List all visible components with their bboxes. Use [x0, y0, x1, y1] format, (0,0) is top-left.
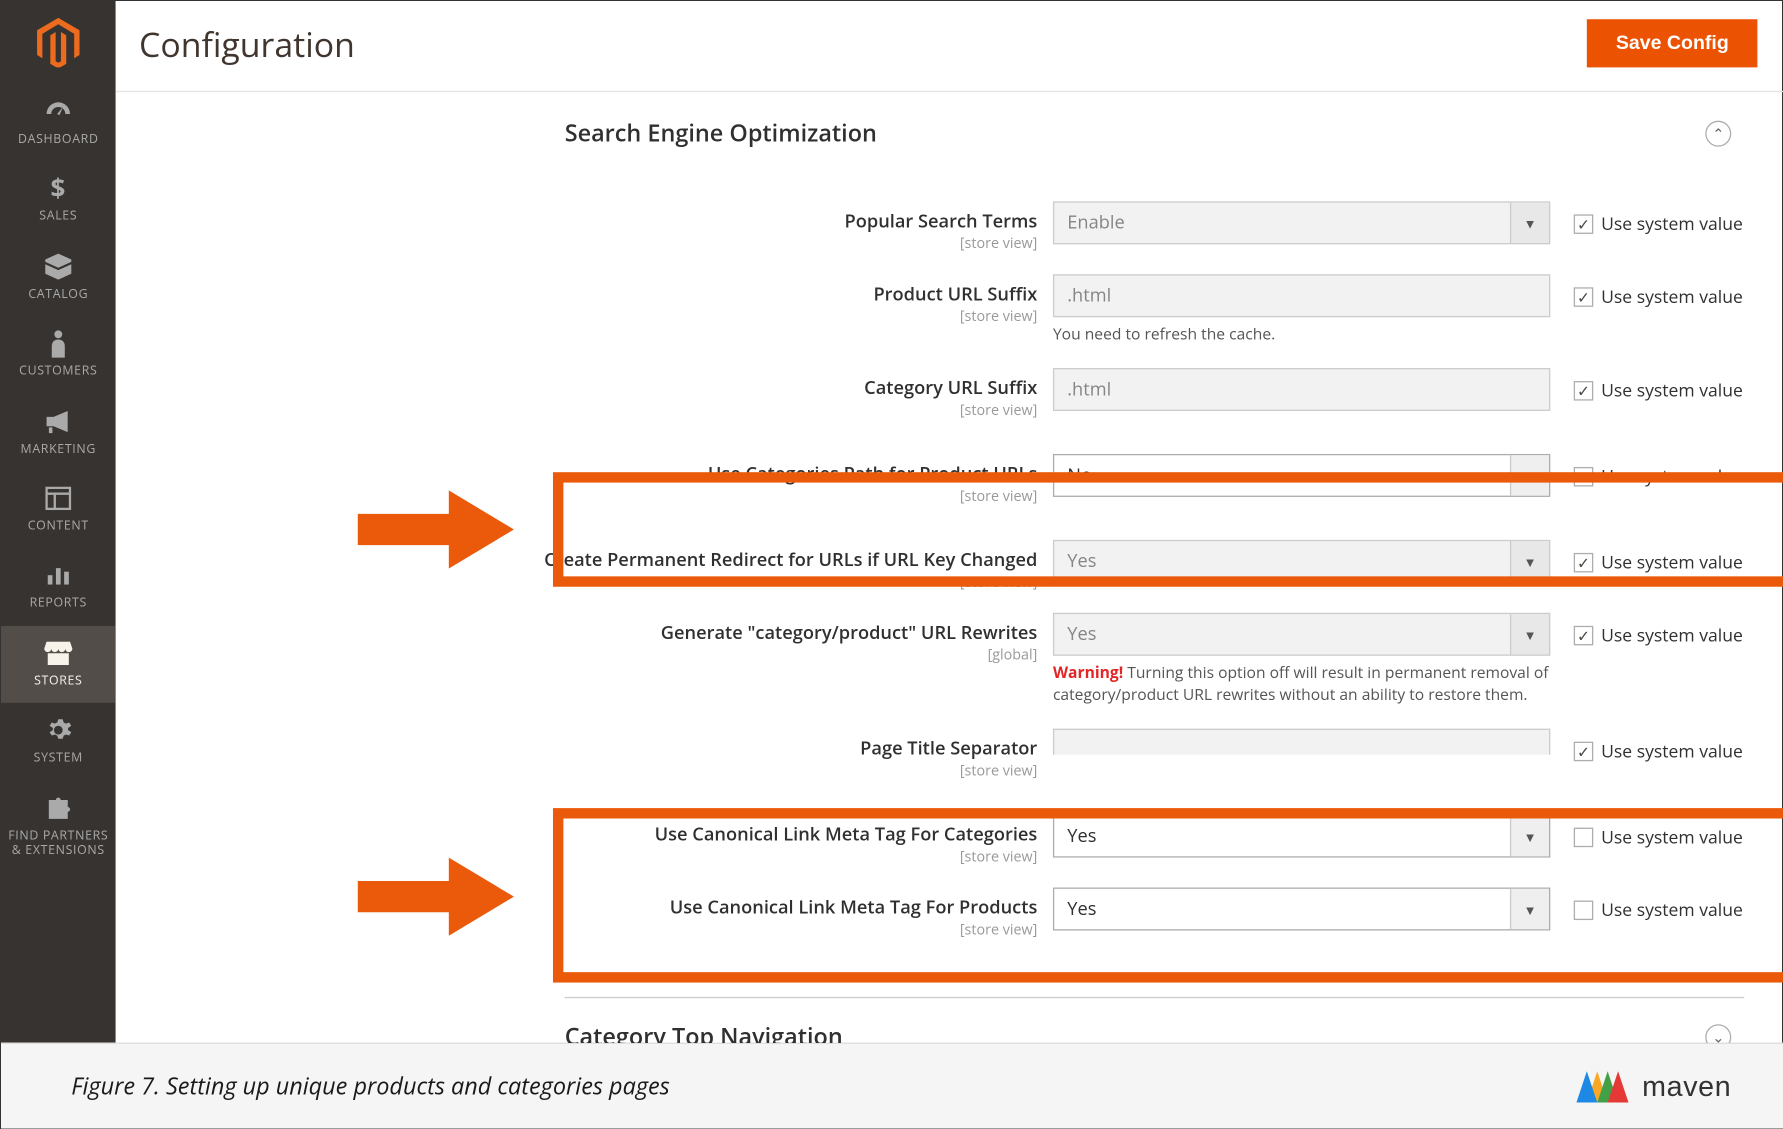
- nav-reports[interactable]: REPORTS: [1, 548, 116, 625]
- nav-partners[interactable]: FIND PARTNERS & EXTENSIONS: [1, 780, 116, 872]
- page-header: Configuration Save Config: [116, 1, 1783, 92]
- collapse-down-icon[interactable]: ⌄: [1705, 1024, 1731, 1042]
- main-content: Configuration Save Config Search Engine …: [116, 1, 1783, 1043]
- chevron-down-icon[interactable]: ▼: [1510, 816, 1549, 856]
- chart-icon: [40, 561, 76, 590]
- checkbox-sys-canoncat[interactable]: [1574, 827, 1594, 847]
- magento-logo[interactable]: [32, 17, 84, 69]
- gear-icon: [40, 716, 76, 745]
- maven-mark-icon: [1577, 1060, 1634, 1112]
- section-catnav-header[interactable]: Category Top Navigation ⌄: [565, 998, 1771, 1042]
- dollar-icon: $: [40, 175, 76, 204]
- maven-logo: maven: [1577, 1060, 1731, 1112]
- nav-content[interactable]: CONTENT: [1, 471, 116, 548]
- field-page-title-separator: Page Title Separator[store view] ✓Use sy…: [116, 724, 1745, 786]
- checkbox-sys-redirect[interactable]: ✓: [1574, 552, 1594, 572]
- nav-customers[interactable]: CUSTOMERS: [1, 316, 116, 393]
- nav-system[interactable]: SYSTEM: [1, 703, 116, 780]
- megaphone-icon: [40, 407, 76, 436]
- nav-sales[interactable]: $SALES: [1, 162, 116, 239]
- puzzle-icon: [40, 793, 76, 822]
- field-generate-rewrites: Generate "category/product" URL Rewrites…: [116, 608, 1745, 713]
- save-config-button[interactable]: Save Config: [1587, 19, 1757, 67]
- chevron-down-icon[interactable]: ▼: [1510, 889, 1549, 929]
- dashboard-icon: [40, 97, 76, 126]
- checkbox-sys-catsuffix[interactable]: ✓: [1574, 381, 1594, 401]
- field-product-url-suffix: Product URL Suffix[store view] .htmlYou …: [116, 269, 1745, 352]
- arrow-icon: [358, 491, 514, 569]
- chevron-down-icon: ▼: [1510, 541, 1549, 581]
- box-icon: [40, 252, 76, 281]
- checkbox-sys-catpath[interactable]: [1574, 466, 1594, 486]
- nav-dashboard[interactable]: DASHBOARD: [1, 84, 116, 161]
- svg-text:$: $: [50, 176, 66, 202]
- page-title: Configuration: [139, 20, 355, 67]
- chevron-down-icon: ▼: [1510, 203, 1549, 243]
- select-gen-rewrites: Yes▼: [1053, 613, 1550, 656]
- nav-catalog[interactable]: CATALOG: [1, 239, 116, 316]
- figure-caption-bar: Figure 7. Setting up unique products and…: [1, 1043, 1783, 1129]
- layout-icon: [40, 484, 76, 513]
- section-seo-header[interactable]: Search Engine Optimization ⌃: [565, 100, 1771, 168]
- collapse-up-icon[interactable]: ⌃: [1705, 121, 1731, 147]
- checkbox-sys-rewrites[interactable]: ✓: [1574, 625, 1594, 645]
- field-category-url-suffix: Category URL Suffix[store view] .html ✓U…: [116, 363, 1745, 425]
- checkbox-sys-titlesep[interactable]: ✓: [1574, 741, 1594, 761]
- checkbox-sys-canonprod[interactable]: [1574, 900, 1594, 920]
- input-title-sep: [1053, 729, 1550, 755]
- nav-stores[interactable]: STORES: [1, 626, 116, 703]
- chevron-down-icon[interactable]: ▼: [1510, 455, 1549, 495]
- figure-caption: Figure 7. Setting up unique products and…: [71, 1071, 669, 1102]
- select-canon-cat[interactable]: Yes▼: [1053, 815, 1550, 858]
- input-category-suffix: .html: [1053, 368, 1550, 411]
- section-seo-title: Search Engine Optimization: [565, 118, 877, 149]
- select-canon-prod[interactable]: Yes▼: [1053, 888, 1550, 931]
- select-redirect: Yes▼: [1053, 540, 1550, 583]
- store-icon: [40, 639, 76, 668]
- seo-form: Popular Search Terms[store view] Enable▼…: [116, 168, 1783, 977]
- admin-sidebar: DASHBOARD $SALES CATALOG CUSTOMERS MARKE…: [1, 1, 116, 1043]
- chevron-down-icon: ▼: [1510, 614, 1549, 654]
- field-popular-search-terms: Popular Search Terms[store view] Enable▼…: [116, 196, 1745, 258]
- checkbox-sys-prodsuffix[interactable]: ✓: [1574, 287, 1594, 307]
- select-cat-path[interactable]: No▼: [1053, 454, 1550, 497]
- arrow-icon: [358, 858, 514, 936]
- select-popular-terms: Enable▼: [1053, 202, 1550, 245]
- checkbox-sys-popular[interactable]: ✓: [1574, 214, 1594, 234]
- section-catnav-title: Category Top Navigation: [565, 1022, 843, 1043]
- input-product-suffix: .html: [1053, 274, 1550, 317]
- nav-marketing[interactable]: MARKETING: [1, 394, 116, 471]
- person-icon: [40, 329, 76, 358]
